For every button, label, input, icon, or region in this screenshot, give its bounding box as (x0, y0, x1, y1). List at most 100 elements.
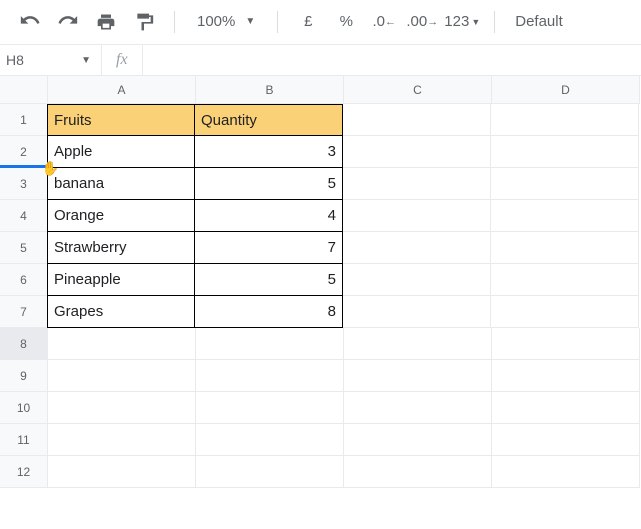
cell-C7[interactable] (343, 296, 491, 328)
cell-C6[interactable] (343, 264, 491, 296)
cell-B2[interactable]: 3 (195, 136, 343, 168)
cell-C12[interactable] (344, 456, 492, 488)
cell-C3[interactable] (343, 168, 491, 200)
cell-D3[interactable] (491, 168, 639, 200)
column-header-D[interactable]: D (492, 76, 640, 104)
decrease-decimal-button[interactable]: .0← (368, 7, 400, 37)
fx-label: fx (102, 51, 142, 69)
cell-D10[interactable] (492, 392, 640, 424)
percent-button[interactable]: % (330, 7, 362, 37)
cell-D1[interactable] (491, 104, 639, 136)
cell-C8[interactable] (344, 328, 492, 360)
row-header-8[interactable]: 8 (0, 328, 48, 360)
currency-button[interactable]: £ (292, 7, 324, 37)
cell-D9[interactable] (492, 360, 640, 392)
cell-D2[interactable] (491, 136, 639, 168)
row: Strawberry7 (48, 232, 641, 264)
cell-D7[interactable] (491, 296, 639, 328)
formula-input[interactable] (142, 45, 641, 75)
rows-container: FruitsQuantityApple3banana5Orange4Strawb… (48, 104, 641, 488)
cell-A3[interactable]: banana (47, 168, 195, 200)
row (48, 360, 641, 392)
row (48, 328, 641, 360)
cell-D11[interactable] (492, 424, 640, 456)
row-header-1[interactable]: 1 (0, 104, 48, 136)
column-header-B[interactable]: B (196, 76, 344, 104)
cell-C11[interactable] (344, 424, 492, 456)
cell-A12[interactable] (48, 456, 196, 488)
chevron-down-icon: ▼ (81, 55, 91, 66)
row: Pineapple5 (48, 264, 641, 296)
cell-B10[interactable] (196, 392, 344, 424)
undo-button[interactable] (14, 7, 46, 37)
column-headers: ABCD (48, 76, 641, 104)
cell-B8[interactable] (196, 328, 344, 360)
cell-A2[interactable]: Apple (47, 136, 195, 168)
row-header-9[interactable]: 9 (0, 360, 48, 392)
cell-C1[interactable] (343, 104, 491, 136)
cell-B9[interactable] (196, 360, 344, 392)
row-header-6[interactable]: 6 (0, 264, 48, 296)
row-headers: 12✋3456789101112 (0, 76, 48, 488)
row-header-10[interactable]: 10 (0, 392, 48, 424)
cell-C9[interactable] (344, 360, 492, 392)
row-resize-indicator (0, 165, 47, 168)
cell-C4[interactable] (343, 200, 491, 232)
row-header-2[interactable]: 2✋ (0, 136, 48, 168)
row (48, 392, 641, 424)
cell-B12[interactable] (196, 456, 344, 488)
cell-A7[interactable]: Grapes (47, 296, 195, 328)
row-header-11[interactable]: 11 (0, 424, 48, 456)
cell-B11[interactable] (196, 424, 344, 456)
row (48, 424, 641, 456)
select-all-corner[interactable] (0, 76, 48, 104)
print-button[interactable] (90, 7, 122, 37)
cell-B6[interactable]: 5 (195, 264, 343, 296)
row-header-12[interactable]: 12 (0, 456, 48, 488)
cell-A6[interactable]: Pineapple (47, 264, 195, 296)
cell-A8[interactable] (48, 328, 196, 360)
cell-A4[interactable]: Orange (47, 200, 195, 232)
row-header-5[interactable]: 5 (0, 232, 48, 264)
cell-A9[interactable] (48, 360, 196, 392)
cell-reference: H8 (6, 52, 24, 68)
cell-D8[interactable] (492, 328, 640, 360)
row: Grapes8 (48, 296, 641, 328)
cell-C2[interactable] (343, 136, 491, 168)
font-dropdown[interactable]: Default (509, 13, 569, 30)
row: banana5 (48, 168, 641, 200)
cell-B5[interactable]: 7 (195, 232, 343, 264)
cell-A10[interactable] (48, 392, 196, 424)
row (48, 456, 641, 488)
column-header-A[interactable]: A (48, 76, 196, 104)
cell-D6[interactable] (491, 264, 639, 296)
cell-D4[interactable] (491, 200, 639, 232)
cell-C5[interactable] (343, 232, 491, 264)
paint-format-button[interactable] (128, 7, 160, 37)
cell-A5[interactable]: Strawberry (47, 232, 195, 264)
cell-A11[interactable] (48, 424, 196, 456)
zoom-value: 100% (197, 13, 235, 30)
more-formats-button[interactable]: 123▼ (444, 7, 480, 37)
cells-area: ABCD FruitsQuantityApple3banana5Orange4S… (48, 76, 641, 488)
cell-C10[interactable] (344, 392, 492, 424)
cell-B1[interactable]: Quantity (195, 104, 343, 136)
row-header-7[interactable]: 7 (0, 296, 48, 328)
row: FruitsQuantity (48, 104, 641, 136)
increase-decimal-button[interactable]: .00→ (406, 7, 438, 37)
cell-D12[interactable] (492, 456, 640, 488)
column-header-C[interactable]: C (344, 76, 492, 104)
cell-B3[interactable]: 5 (195, 168, 343, 200)
redo-button[interactable] (52, 7, 84, 37)
cell-A1[interactable]: Fruits (47, 104, 195, 136)
separator (494, 11, 495, 33)
cell-B7[interactable]: 8 (195, 296, 343, 328)
zoom-dropdown[interactable]: 100% ▼ (189, 13, 263, 30)
toolbar: 100% ▼ £ % .0← .00→ 123▼ Default (0, 0, 641, 44)
cell-B4[interactable]: 4 (195, 200, 343, 232)
name-box[interactable]: H8 ▼ (0, 45, 102, 75)
grab-cursor-icon: ✋ (42, 160, 59, 177)
row-header-4[interactable]: 4 (0, 200, 48, 232)
separator (174, 11, 175, 33)
cell-D5[interactable] (491, 232, 639, 264)
